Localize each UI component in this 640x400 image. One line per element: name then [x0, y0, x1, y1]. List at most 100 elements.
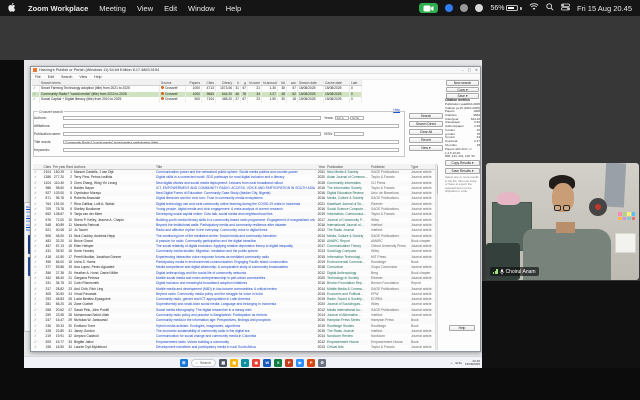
taskbar-icon-powerpoint[interactable]: P [285, 358, 294, 367]
year-to-input[interactable]: 2025 [349, 115, 364, 120]
close-button[interactable]: ✕ [475, 68, 478, 72]
wifi-icon[interactable] [529, 3, 539, 13]
tray-chevron-icon[interactable]: ^ [451, 361, 453, 366]
authors-input[interactable] [63, 115, 321, 120]
pop-menu-view[interactable]: View [79, 75, 87, 79]
column-header: Papers [186, 80, 202, 85]
crossref-icon [161, 86, 164, 89]
person-neck [556, 221, 575, 234]
menu-window[interactable]: Window [188, 4, 215, 13]
column-header: hI,annual [263, 80, 278, 85]
column-header: Search terms [40, 80, 160, 85]
column-header: Title [156, 165, 163, 169]
taskbar-icon-edge-browser[interactable]: e [241, 358, 250, 367]
menu-help[interactable]: Help [226, 4, 241, 13]
query-field-row: Publication name: ISSN: [34, 131, 403, 137]
keywords-input[interactable] [63, 147, 399, 152]
year-from-input[interactable]: 2010 [334, 115, 349, 120]
taskbar-icon-task-view[interactable]: ▦ [219, 358, 228, 367]
per-year-cell: 16.50 [55, 344, 64, 349]
publisher-cell: Taylor & Francis [371, 344, 395, 349]
save-results--button[interactable]: Save Results ▾ [445, 168, 480, 175]
clear-all-button[interactable]: Clear All [409, 129, 443, 135]
column-header: Last [350, 80, 362, 85]
citation-metrics-panel: Citation metrics Publication years 2010-2… [445, 98, 480, 194]
revert-button[interactable]: Revert [409, 137, 443, 143]
zoom-recording-camera-icon[interactable] [419, 3, 439, 13]
pop-menu-edit[interactable]: Edit [48, 75, 54, 79]
electric-fan [588, 198, 607, 217]
whiteboard [614, 233, 636, 254]
field-label: Authors: [34, 115, 47, 120]
column-header: Authors [74, 165, 86, 169]
help-link[interactable]: Help [393, 108, 400, 112]
apple-icon[interactable] [8, 2, 17, 13]
minimize-button[interactable]: – [462, 68, 464, 72]
column-header: hA [278, 80, 287, 85]
column-header: Cache date [324, 80, 350, 85]
title-words-input[interactable]: Community Radio? "social media" broadcas… [63, 139, 399, 144]
column-header: hI,norm [249, 80, 262, 85]
publication-name-input[interactable] [63, 131, 321, 136]
results-scrollbar[interactable] [435, 164, 438, 350]
column-header: Publisher [371, 165, 385, 169]
column-header: Per year [53, 165, 65, 169]
saved-search-row[interactable]: ✓ Social Capital + Digital literacy (titl… [32, 97, 362, 103]
taskbar-icon-word[interactable]: W [263, 358, 272, 367]
cell: 500 [186, 97, 202, 103]
result-row[interactable]: ✓ 198 16.50 34 Lauren Dyll-Myklebust Developm… [33, 345, 435, 350]
macos-menubar: Zoom Workplace Meeting View Edit Window Help … [0, 0, 640, 16]
menu-meeting[interactable]: Meeting [99, 4, 126, 13]
taskbar-icon-chrome-browser[interactable]: ◉ [252, 358, 261, 367]
crossref-icon [161, 91, 164, 95]
status-app-light-icon[interactable] [475, 4, 484, 12]
taskbar-icon-start[interactable]: ⊞ [179, 358, 188, 367]
search-direct-button[interactable]: Search Direct [409, 121, 443, 127]
menu-zoom-workplace[interactable]: Zoom Workplace [28, 4, 88, 13]
taskbar-icon-file-explorer[interactable]: ▣ [230, 358, 239, 367]
copy--button[interactable]: Copy ▾ [446, 86, 479, 93]
title-link[interactable]: Development narratives and participatory… [155, 345, 315, 350]
cell: 18 [287, 97, 298, 103]
pop-menu-help[interactable]: Help [94, 75, 101, 79]
cites-cell: 198 [45, 344, 51, 349]
spotlight-search-icon[interactable] [546, 3, 554, 13]
cell: 27 [235, 97, 241, 103]
cell: 15/08/2025 [324, 97, 350, 103]
menubar-clock[interactable]: Fri 15 Aug 20.45 [577, 4, 632, 13]
control-center-icon[interactable] [561, 3, 570, 13]
results-table: Cites Per year Rank Authors Title Year Publica… [33, 164, 435, 350]
new-search-button[interactable]: New search [446, 80, 479, 86]
pop-app-icon [33, 68, 37, 72]
taskbar-icon-publish-or-perish-app[interactable]: P [307, 358, 316, 367]
menu-edit[interactable]: Edit [164, 4, 177, 13]
status-app-gray-icon[interactable] [460, 4, 469, 12]
letterbox-under-video [482, 281, 640, 368]
pop-menu-search[interactable]: Search [61, 75, 72, 79]
participant-video-tile[interactable]: Choirul Anam [486, 163, 639, 280]
tray-language[interactable]: ENG [455, 361, 462, 365]
cell: 468.20 [216, 97, 234, 103]
battery-indicator: 56% [490, 5, 522, 12]
taskbar-icon-zoom-app[interactable]: ▶ [296, 358, 305, 367]
affiliations-input[interactable] [63, 123, 399, 128]
help-button[interactable]: Help [449, 325, 475, 331]
type-cell: Journal article [411, 344, 432, 349]
issn-input[interactable] [333, 131, 364, 136]
taskbar-icon-excel[interactable]: X [274, 358, 283, 367]
year-cell: 2013 [317, 344, 325, 349]
system-tray[interactable]: ^ ENG 20.45 15/08/2025 [451, 357, 480, 368]
menu-view[interactable]: View [137, 4, 153, 13]
tray-clock[interactable]: 20.45 15/08/2025 [465, 359, 480, 367]
copy-results--button[interactable]: Copy Results ▾ [445, 160, 480, 167]
new--button[interactable]: New ▾ [409, 145, 443, 151]
cell: ✓ [32, 97, 40, 103]
maximize-button[interactable]: ▢ [468, 68, 471, 72]
search-button[interactable]: Search [409, 113, 443, 119]
pop-titlebar[interactable]: Harzing's Publish or Perish (Windows 11)… [31, 67, 480, 74]
pop-menu-file[interactable]: File [35, 75, 41, 79]
taskbar-icon-settings[interactable]: ⚙ [318, 358, 327, 367]
status-app-blue-icon[interactable] [445, 4, 454, 12]
taskbar-search-box[interactable]: ⌕ Search [190, 358, 217, 367]
battery-icon [506, 5, 519, 11]
